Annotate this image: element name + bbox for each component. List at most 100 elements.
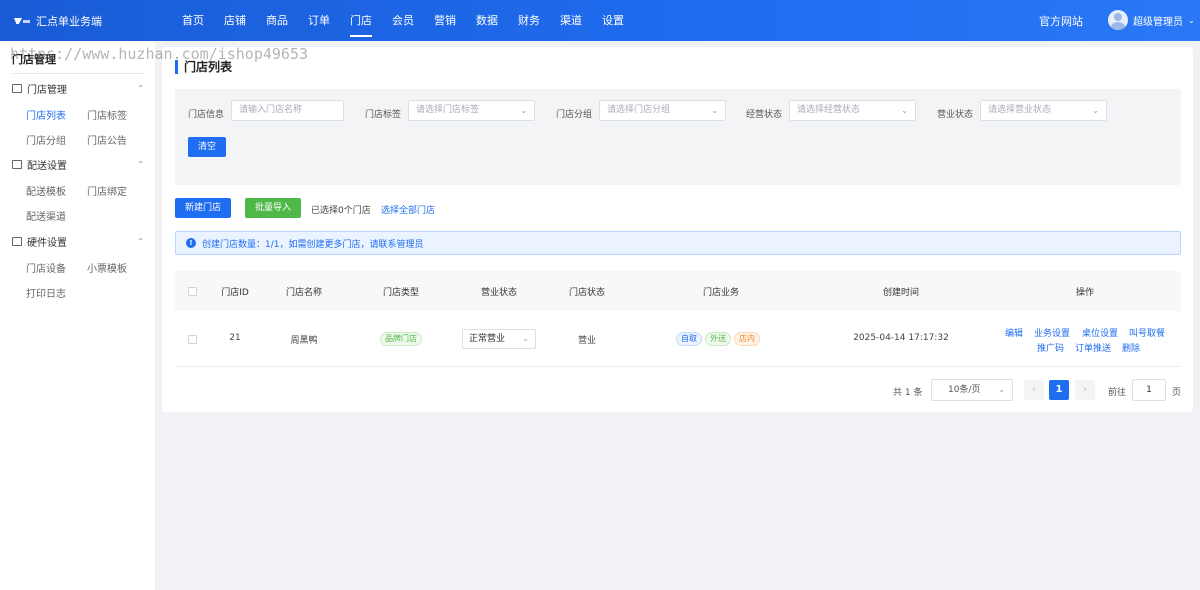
new-store-button[interactable]: 新建门店 <box>175 198 231 218</box>
chevron-down-icon: ⌄ <box>998 385 1005 394</box>
watermark-text: https://www.huzhan.com/ishop49653 <box>10 45 309 63</box>
printer-icon <box>12 236 22 246</box>
column-header: 门店状态 <box>568 288 606 298</box>
official-site-link[interactable]: 官方网站 <box>1039 13 1083 29</box>
store-group-placeholder: 请选择门店分组 <box>607 105 671 115</box>
service-badge-dine-in: 店内 <box>734 332 760 346</box>
prev-page-button[interactable]: ‹ <box>1024 380 1044 400</box>
business-status-dropdown[interactable]: 正常营业 ⌄ <box>462 329 536 349</box>
top-navbar: 汇点单业务端 首页 店铺 商品 订单 门店 会员 营销 数据 财务 渠道 设置 … <box>0 0 1200 41</box>
store-group-select[interactable]: 请选择门店分组 ⌄ <box>599 100 726 121</box>
batch-import-button[interactable]: 批量导入 <box>245 198 301 218</box>
service-badge-pickup: 自取 <box>676 332 702 346</box>
business-status-label: 营业状态 <box>937 110 974 120</box>
call-number-link[interactable]: 叫号取餐 <box>1129 326 1165 339</box>
sidebar-item-store-list[interactable]: 门店列表 <box>26 107 66 122</box>
service-badge-delivery: 外送 <box>705 332 731 346</box>
main-card: 门店列表 门店信息 请输入门店名称 门店标签 请选择门店标签 ⌄ 门店分组 请选… <box>162 47 1193 412</box>
chevron-up-icon: ⌃ <box>137 159 144 169</box>
sidebar-item-receipt-templates[interactable]: 小票模板 <box>87 260 127 275</box>
sidebar-item-print-logs[interactable]: 打印日志 <box>26 285 66 300</box>
sidebar-item-store-notices[interactable]: 门店公告 <box>87 132 127 147</box>
notice-bar: ! 创建门店数量：1/1，如需创建更多门店，请联系管理员 <box>175 231 1181 255</box>
select-all-checkbox[interactable] <box>188 287 197 296</box>
nav-item-members[interactable]: 会员 <box>382 0 424 41</box>
nav-item-orders[interactable]: 订单 <box>298 0 340 41</box>
logo-icon <box>14 16 30 26</box>
store-id: 21 <box>229 333 241 343</box>
operate-status-select[interactable]: 请选择经营状态 ⌄ <box>789 100 916 121</box>
nav-item-home[interactable]: 首页 <box>172 0 214 41</box>
user-menu[interactable]: 超级管理员 ⌄ <box>1108 10 1195 30</box>
table-row: 21 周黑鸭 品牌门店 正常营业 ⌄ 营业 自取 外送 店内 2025-04-1… <box>175 311 1181 367</box>
nav-item-stores[interactable]: 门店 <box>340 0 382 41</box>
sidebar-group-label: 门店管理 <box>27 84 67 96</box>
delivery-icon <box>12 159 22 169</box>
info-icon: ! <box>186 238 196 248</box>
store-group-label: 门店分组 <box>556 110 593 120</box>
clear-button[interactable]: 清空 <box>188 137 226 157</box>
user-name: 超级管理员 <box>1133 16 1183 28</box>
sidebar-group-store-management[interactable]: 门店管理 ⌃ <box>12 80 144 96</box>
app-logo[interactable]: 汇点单业务端 <box>14 13 102 29</box>
select-all-link[interactable]: 选择全部门店 <box>381 203 435 216</box>
chevron-down-icon: ⌄ <box>520 106 527 115</box>
goto-label: 前往 <box>1108 388 1127 398</box>
store-status: 营业 <box>577 336 597 346</box>
business-status-select[interactable]: 请选择营业状态 ⌄ <box>980 100 1107 121</box>
filter-panel: 门店信息 请输入门店名称 门店标签 请选择门店标签 ⌄ 门店分组 请选择门店分组… <box>175 89 1181 185</box>
nav-item-marketing[interactable]: 营销 <box>424 0 466 41</box>
promo-code-link[interactable]: 推广码 <box>1037 341 1064 354</box>
sidebar-item-delivery-templates[interactable]: 配送模板 <box>26 183 66 198</box>
sidebar-group-label: 配送设置 <box>27 160 67 172</box>
sidebar-group-hardware-settings[interactable]: 硬件设置 ⌃ <box>12 233 144 249</box>
order-push-link[interactable]: 订单推送 <box>1075 341 1111 354</box>
column-header: 操作 <box>1075 288 1095 298</box>
notice-text: 创建门店数量：1/1，如需创建更多门店，请联系管理员 <box>202 240 424 250</box>
store-info-input[interactable]: 请输入门店名称 <box>231 100 344 121</box>
sidebar-item-store-devices[interactable]: 门店设备 <box>26 260 66 275</box>
chevron-down-icon: ⌄ <box>901 106 908 115</box>
nav-item-finance[interactable]: 财务 <box>508 0 550 41</box>
page-size-value: 10条/页 <box>948 385 981 395</box>
nav-item-goods[interactable]: 商品 <box>256 0 298 41</box>
store-info-placeholder: 请输入门店名称 <box>239 105 303 115</box>
sidebar-group-label: 硬件设置 <box>27 237 67 249</box>
column-header: 门店名称 <box>285 288 323 298</box>
sidebar-item-store-tags[interactable]: 门店标签 <box>87 107 127 122</box>
nav-item-channels[interactable]: 渠道 <box>550 0 592 41</box>
row-checkbox[interactable] <box>188 335 197 344</box>
pagination-total: 共 1 条 <box>893 388 923 398</box>
business-settings-link[interactable]: 业务设置 <box>1034 326 1070 339</box>
chevron-up-icon: ⌃ <box>137 83 144 93</box>
main-nav: 首页 店铺 商品 订单 门店 会员 营销 数据 财务 渠道 设置 <box>172 0 634 41</box>
chevron-down-icon: ⌄ <box>1188 15 1195 25</box>
sidebar-item-delivery-channels[interactable]: 配送渠道 <box>26 208 66 223</box>
operate-status-label: 经营状态 <box>746 110 783 120</box>
sidebar-item-store-binding[interactable]: 门店绑定 <box>87 183 127 198</box>
business-status-value: 正常营业 <box>469 334 506 344</box>
nav-item-data[interactable]: 数据 <box>466 0 508 41</box>
delete-link[interactable]: 删除 <box>1122 341 1140 354</box>
store-icon <box>12 83 22 93</box>
column-header: 门店ID <box>221 288 249 298</box>
nav-item-shop[interactable]: 店铺 <box>214 0 256 41</box>
current-page[interactable]: 1 <box>1049 380 1069 400</box>
sidebar-item-store-groups[interactable]: 门店分组 <box>26 132 66 147</box>
page-size-select[interactable]: 10条/页 ⌄ <box>931 379 1013 401</box>
store-type: 品牌门店 <box>380 332 422 346</box>
sidebar-divider <box>12 73 144 74</box>
table-header: 门店ID 门店名称 门店类型 营业状态 门店状态 门店业务 创建时间 操作 <box>175 271 1181 311</box>
table-settings-link[interactable]: 桌位设置 <box>1082 326 1118 339</box>
next-page-button[interactable]: › <box>1075 380 1095 400</box>
nav-item-settings[interactable]: 设置 <box>592 0 634 41</box>
column-header: 创建时间 <box>882 288 920 298</box>
edit-link[interactable]: 编辑 <box>1005 326 1023 339</box>
store-tag-select[interactable]: 请选择门店标签 ⌄ <box>408 100 535 121</box>
selected-count: 已选择0个门店 <box>311 206 371 216</box>
chevron-up-icon: ⌃ <box>137 236 144 246</box>
goto-page-input[interactable]: 1 <box>1132 379 1166 401</box>
sidebar-group-delivery-settings[interactable]: 配送设置 ⌃ <box>12 156 144 172</box>
chevron-down-icon: ⌄ <box>711 106 718 115</box>
chevron-down-icon: ⌄ <box>522 334 529 343</box>
